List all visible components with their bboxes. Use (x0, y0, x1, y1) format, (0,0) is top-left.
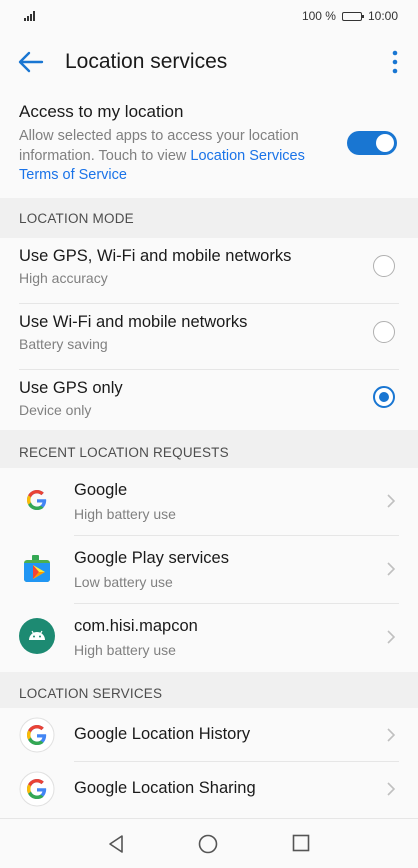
radio-high-accuracy[interactable] (373, 255, 395, 277)
chevron-right-icon (387, 630, 396, 644)
mode-option-high-accuracy[interactable]: Use GPS, Wi-Fi and mobile networks High … (0, 238, 418, 304)
mode-option-battery-saving[interactable]: Use Wi-Fi and mobile networks Battery sa… (0, 304, 418, 370)
chevron-right-icon (387, 728, 396, 742)
radio-battery-saving[interactable] (373, 321, 395, 343)
nav-back-icon[interactable] (107, 834, 125, 854)
signal-icon (24, 11, 35, 21)
google-g-icon (27, 490, 47, 510)
service-name: Google Location History (74, 725, 251, 743)
status-bar: 100 % 10:00 (0, 0, 418, 34)
play-services-icon (24, 555, 50, 582)
radio-device-only-selected[interactable] (373, 386, 395, 408)
nav-home-icon[interactable] (198, 834, 218, 854)
location-access-toggle[interactable] (347, 131, 397, 155)
mode-option-subtitle: High accuracy (19, 270, 108, 286)
app-name: com.hisi.mapcon (74, 617, 198, 635)
section-location-services: LOCATION SERVICES (0, 672, 418, 708)
app-name: Google (74, 481, 128, 499)
app-name: Google Play services (74, 549, 229, 567)
service-row-location-history[interactable]: Google Location History (0, 708, 418, 762)
service-name: Google Location Sharing (74, 779, 256, 797)
app-usage: High battery use (74, 642, 176, 658)
section-header-location-mode: LOCATION MODE (19, 211, 134, 226)
app-row-play-services[interactable]: Google Play services Low battery use (0, 536, 418, 604)
mode-option-title: Use GPS only (19, 379, 123, 397)
access-description: Allow selected apps to access your locat… (19, 127, 331, 186)
chevron-right-icon (387, 782, 396, 796)
section-header-location-services: LOCATION SERVICES (19, 686, 163, 701)
more-options-icon[interactable] (386, 48, 404, 76)
status-right: 100 % 10:00 (302, 9, 398, 23)
google-g-icon (19, 771, 55, 807)
section-header-recent-requests: RECENT LOCATION REQUESTS (19, 445, 229, 460)
app-usage: Low battery use (74, 574, 173, 590)
battery-percent: 100 % (301, 9, 336, 23)
mode-option-subtitle: Battery saving (19, 336, 108, 352)
system-nav-bar (0, 818, 418, 868)
chevron-right-icon (387, 562, 396, 576)
section-recent-requests: RECENT LOCATION REQUESTS (0, 430, 418, 468)
service-row-location-sharing[interactable]: Google Location Sharing (0, 762, 418, 818)
google-g-icon (19, 717, 55, 753)
app-bar: Location services (0, 34, 418, 90)
mode-option-device-only[interactable]: Use GPS only Device only (0, 370, 418, 430)
access-title: Access to my location (19, 102, 184, 121)
toggle-knob (376, 134, 394, 152)
mode-option-title: Use Wi-Fi and mobile networks (19, 313, 248, 331)
section-location-mode: LOCATION MODE (0, 198, 418, 238)
battery-icon (341, 11, 364, 21)
app-row-google[interactable]: Google High battery use (0, 468, 418, 536)
clock: 10:00 (367, 9, 398, 23)
back-arrow-icon[interactable] (16, 48, 46, 76)
mode-option-title: Use GPS, Wi-Fi and mobile networks (19, 247, 292, 265)
app-row-mapcon[interactable]: com.hisi.mapcon High battery use (0, 604, 418, 672)
android-icon (19, 618, 55, 654)
app-usage: High battery use (74, 506, 176, 522)
chevron-right-icon (387, 494, 396, 508)
nav-recents-icon[interactable] (292, 834, 310, 852)
mode-option-subtitle: Device only (19, 402, 92, 418)
page-title: Location services (65, 50, 228, 73)
